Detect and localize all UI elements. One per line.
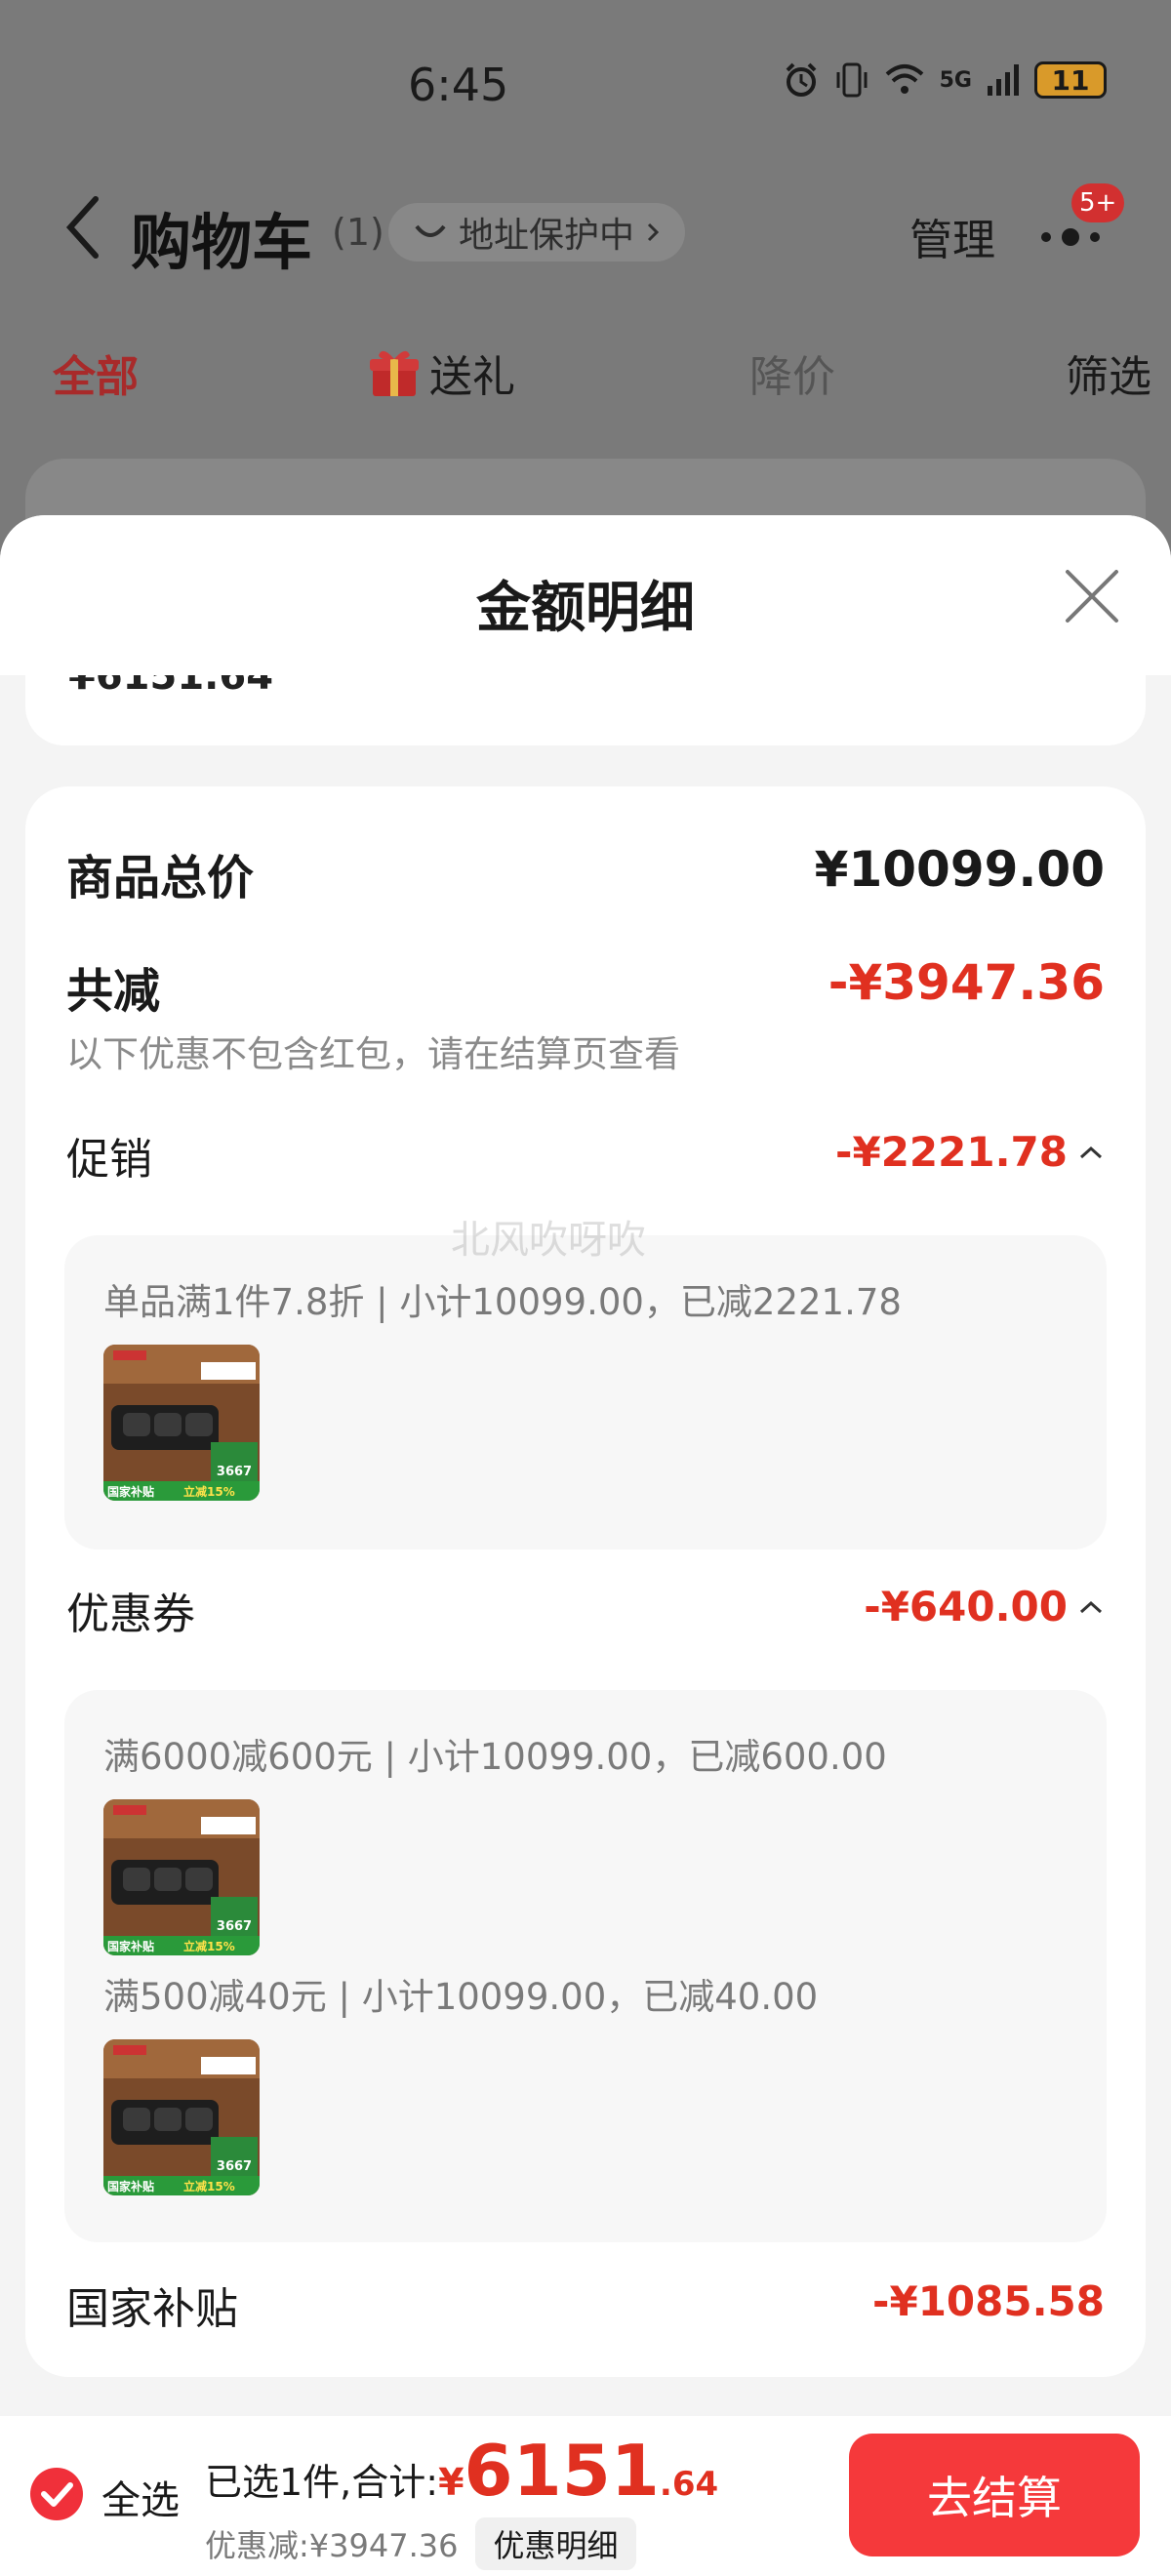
amount-detail-sheet: 金额明细 ¥6151.64 商品总价 ¥10099.00 共减 -¥3947.3… (0, 515, 1171, 2576)
network-label: 5G (939, 67, 972, 93)
thumb-tag: 国家补贴 (107, 1939, 154, 1953)
summary-amount-int: 6151 (464, 2430, 660, 2512)
thumb-tag: 国家补贴 (107, 1484, 154, 1499)
summary-amount-dec: .64 (659, 2465, 719, 2504)
watermark: 北风吹呀吹 (451, 1218, 646, 1263)
coupon-toggle[interactable]: -¥640.00 (864, 1583, 1105, 1630)
manage-button[interactable]: 管理 (909, 205, 995, 267)
coupon-label: 优惠券 (66, 1590, 195, 1639)
coupon-rule-text: 满500减40元 | 小计10099.00，已减40.00 (103, 1976, 819, 2018)
status-bar: 6:45 5G 11 (0, 0, 1171, 166)
total-reduction-value: -¥3947.36 (828, 954, 1105, 1011)
discount-line: 优惠减:¥3947.36 优惠明细 (205, 2517, 636, 2570)
thumb-percent: 立减15% (183, 2179, 235, 2194)
status-time: 6:45 (408, 59, 509, 111)
sheet-header: 金额明细 (0, 515, 1171, 675)
discount-detail-button[interactable]: 优惠明细 (475, 2517, 636, 2570)
chevron-up-icon (1079, 1600, 1103, 1613)
summary-currency: ¥ (438, 2461, 464, 2504)
nav-bar: 购物车 (1) 地址保护中 管理 5+ (0, 176, 1171, 283)
product-thumbnail: 3667 国家补贴 立减15% (103, 1799, 260, 1955)
total-price-label: 商品总价 (66, 851, 255, 906)
tab-gift[interactable]: 送礼 (367, 342, 515, 404)
sofa-image: 3667 国家补贴 立减15% (103, 1345, 260, 1501)
product-thumbnail: 3667 国家补贴 立减15% (103, 2039, 260, 2195)
sofa-image: 3667 国家补贴 立减15% (103, 2039, 260, 2195)
thumb-price: 3667 (217, 1465, 252, 1479)
coupon-value: -¥640.00 (864, 1583, 1068, 1630)
close-icon[interactable] (1060, 564, 1124, 628)
previous-card-fragment: ¥6151.64 (25, 675, 1146, 745)
thumb-price: 3667 (217, 2159, 252, 2174)
promotion-rule-text: 单品满1件7.8折 | 小计10099.00，已减2221.78 (103, 1281, 902, 1323)
thumb-percent: 立减15% (183, 1939, 235, 1953)
checkbox-checked-icon[interactable] (29, 2467, 84, 2521)
vibrate-icon (836, 62, 868, 98)
back-icon[interactable] (61, 193, 109, 262)
smile-icon (415, 224, 446, 237)
status-icons: 5G 11 (782, 60, 1107, 100)
sofa-image: 3667 国家补贴 立减15% (103, 1799, 260, 1955)
tab-all[interactable]: 全部 (53, 342, 139, 404)
chevron-up-icon (1079, 1146, 1103, 1158)
notification-badge: 5+ (1071, 183, 1125, 222)
checkout-bar: 全选 已选1件,合计: ¥ 6151 .64 优惠减:¥3947.36 优惠明细… (0, 2416, 1171, 2576)
address-protection-pill[interactable]: 地址保护中 (388, 203, 686, 262)
tab-filter[interactable]: 筛选 (1066, 342, 1151, 404)
total-reduction-label: 共减 (66, 964, 161, 1019)
signal-icon (988, 64, 1019, 96)
more-icon[interactable] (1036, 222, 1105, 252)
page-title: 购物车 (131, 207, 313, 278)
thumb-price: 3667 (217, 1919, 252, 1934)
discount-text: 优惠减:¥3947.36 (205, 2527, 459, 2564)
previous-card-price: ¥6151.64 (68, 675, 274, 699)
subsidy-label: 国家补贴 (66, 2284, 238, 2334)
coupon-rule-text: 满6000减600元 | 小计10099.00，已减600.00 (103, 1736, 887, 1778)
promotion-detail-box: 单品满1件7.8折 | 小计10099.00，已减2221.78 3667 国家… (64, 1235, 1107, 1550)
checkout-button[interactable]: 去结算 (849, 2434, 1140, 2556)
total-summary: 已选1件,合计: ¥ 6151 .64 (205, 2435, 718, 2506)
address-label: 地址保护中 (459, 216, 635, 256)
select-all-label[interactable]: 全选 (101, 2469, 180, 2525)
battery-icon: 11 (1034, 61, 1107, 99)
sheet-title: 金额明细 (476, 577, 695, 640)
subsidy-value: -¥1085.58 (872, 2277, 1105, 2325)
alarm-icon (786, 62, 817, 97)
thumb-percent: 立减15% (183, 1484, 235, 1499)
promotion-label: 促销 (66, 1135, 152, 1185)
promotion-value: -¥2221.78 (835, 1128, 1068, 1176)
tab-gift-label: 送礼 (429, 352, 515, 402)
gift-icon (370, 350, 419, 396)
summary-label: 已选1件,合计: (205, 2461, 439, 2504)
tab-price-drop[interactable]: 降价 (749, 342, 835, 404)
total-price-value: ¥10099.00 (814, 841, 1105, 898)
product-thumbnail: 3667 国家补贴 立减15% (103, 1345, 260, 1501)
coupon-detail-box: 满6000减600元 | 小计10099.00，已减600.00 3667 国家… (64, 1690, 1107, 2242)
promotion-toggle[interactable]: -¥2221.78 (835, 1128, 1105, 1176)
cart-count: (1) (332, 211, 384, 254)
reduction-note: 以下优惠不包含红包，请在结算页查看 (66, 1033, 680, 1075)
wifi-icon (885, 64, 923, 94)
chevron-right-icon (647, 222, 660, 242)
thumb-tag: 国家补贴 (107, 2179, 154, 2194)
amount-detail-card: 商品总价 ¥10099.00 共减 -¥3947.36 以下优惠不包含红包，请在… (25, 786, 1146, 2377)
filter-tabs: 全部 送礼 降价 筛选 (0, 332, 1171, 410)
